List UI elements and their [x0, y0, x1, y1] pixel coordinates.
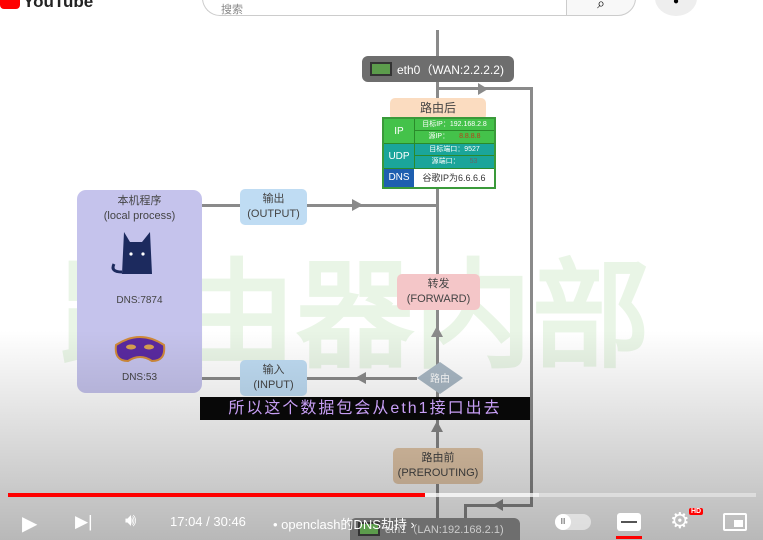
eth0-interface: eth0（WAN:2.2.2.2): [362, 56, 514, 82]
prerouting-cn: 路由前: [421, 452, 455, 464]
play-button[interactable]: ▶: [22, 511, 37, 536]
src-port: 53: [469, 158, 478, 165]
dst-ip: 目标IP：192.168.2.8: [415, 119, 494, 131]
dns-label: DNS: [384, 169, 414, 187]
miniplayer-button[interactable]: [723, 513, 747, 531]
ip-label: IP: [394, 125, 404, 137]
pause-icon: II: [555, 514, 571, 530]
clash-dns-port: DNS:7874: [116, 295, 163, 306]
youtube-logo[interactable]: YouTube: [0, 0, 93, 12]
dst-port: 目标端口：9527: [415, 144, 494, 156]
youtube-logo-icon: [0, 0, 20, 9]
loop-line: [530, 88, 533, 506]
progress-bar[interactable]: [8, 493, 756, 497]
input-cn: 输入: [262, 364, 285, 376]
mic-icon: ●: [672, 0, 680, 7]
arrow-right-icon: [478, 83, 488, 95]
voice-search-button[interactable]: ●: [655, 0, 697, 16]
play-icon: ▶: [22, 513, 38, 535]
hd-badge: HD: [689, 508, 704, 515]
next-icon: ▶|: [75, 512, 93, 531]
youtube-header: YouTube 搜索 ⌕ ●: [0, 0, 763, 18]
subtitles-icon: [621, 521, 637, 523]
output-en: (OUTPUT): [247, 208, 300, 220]
next-button[interactable]: ▶|: [75, 512, 93, 532]
route-label: 路由: [430, 372, 450, 385]
prerouting-chain: 路由前 (PREROUTING): [393, 448, 483, 484]
search-icon: ⌕: [597, 0, 605, 11]
subtitle-caption: 所以这个数据包会从eth1接口出去: [200, 397, 530, 420]
forward-cn: 转发: [427, 278, 450, 290]
forward-en: (FORWARD): [406, 293, 471, 305]
output-chain: 输出 (OUTPUT): [240, 189, 307, 225]
chevron-right-icon: ›: [410, 517, 415, 532]
volume-button[interactable]: 🔊︎: [125, 510, 136, 531]
clash-cat-icon: [111, 232, 152, 274]
chapter-label: • openclash的DNS劫持: [273, 517, 407, 532]
eth0-label: eth0（WAN:2.2.2.2): [397, 62, 504, 77]
input-chain: 输入 (INPUT): [240, 360, 307, 396]
network-card-icon: [370, 62, 392, 76]
forward-chain: 转发 (FORWARD): [397, 274, 480, 310]
src-ip-label: 源IP：: [428, 133, 450, 140]
settings-button[interactable]: ⚙: [670, 508, 690, 534]
dns-value: 谷歌IP为6.6.6.6: [414, 169, 494, 187]
dnsmasq-dns-port: DNS:53: [121, 372, 157, 383]
arrow-up-icon: [431, 326, 443, 337]
played-bar: [8, 493, 426, 497]
gear-icon: ⚙: [670, 508, 690, 533]
subtitles-button[interactable]: [617, 513, 641, 531]
local-process-title: 本机程序: [117, 195, 162, 207]
search-button[interactable]: ⌕: [566, 0, 636, 16]
udp-label: UDP: [388, 150, 410, 162]
output-cn: 输出: [262, 193, 285, 205]
arrow-left-icon: [355, 372, 366, 384]
time-display: 17:04 / 30:46: [170, 514, 246, 529]
routing-decision: 路由: [417, 362, 463, 394]
search-input[interactable]: 搜索: [202, 0, 567, 16]
volume-icon: 🔊︎: [125, 510, 137, 530]
subtitles-active-indicator: [616, 536, 642, 539]
src-port-label: 源端口：: [431, 158, 460, 165]
packet-table: IP 目标IP：192.168.2.8 源IP： 8.8.8.8 UDP 目标端口：95…: [382, 117, 496, 189]
input-line: [202, 377, 417, 380]
src-ip: 8.8.8.8: [459, 133, 481, 140]
logo-text: YouTube: [23, 0, 94, 11]
chapter-title[interactable]: • openclash的DNS劫持 ›: [273, 514, 415, 533]
miniplayer-icon: [734, 520, 743, 527]
output-line: [202, 204, 438, 207]
local-process-subtitle: (local process): [103, 210, 176, 222]
arrow-left-icon: [493, 499, 503, 511]
prerouting-en: (PREROUTING): [397, 467, 479, 479]
mask-icon: [114, 336, 166, 363]
arrow-right-icon: [352, 199, 363, 211]
autoplay-toggle[interactable]: II: [555, 514, 591, 530]
input-en: (INPUT): [253, 379, 294, 391]
arrow-up-icon: [431, 421, 443, 432]
